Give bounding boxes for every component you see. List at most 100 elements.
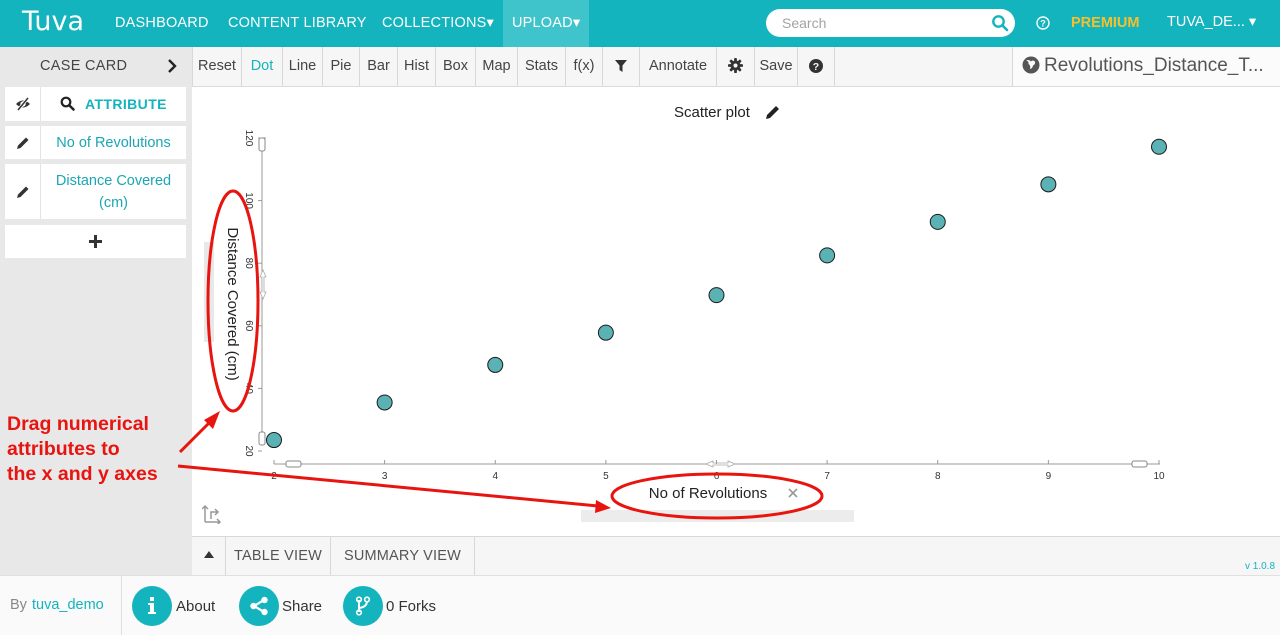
bar-chart-button[interactable]: Bar	[360, 47, 398, 86]
data-point[interactable]	[1151, 138, 1167, 155]
x-tick-label: 7	[824, 471, 830, 482]
tab-table-view[interactable]: TABLE VIEW	[226, 537, 331, 575]
attribute-label: No of Revolutions	[56, 135, 171, 151]
line-plot-button[interactable]: Line	[283, 47, 323, 86]
settings-button[interactable]	[717, 47, 755, 86]
box-plot-button[interactable]: Box	[436, 47, 476, 86]
annotation-line: Drag numerical	[7, 413, 149, 435]
graph-toolbar: CASE CARD Reset Dot Line Pie Bar Hist Bo…	[0, 47, 1280, 87]
reset-button[interactable]: Reset	[192, 47, 242, 86]
divider	[40, 87, 41, 121]
plot-area: Scatter plot 20 40 60 80 100 120 Distance Cov…	[192, 87, 1280, 536]
swap-axes-icon[interactable]	[202, 502, 224, 524]
attribute-label: Distance Covered (cm)	[55, 173, 172, 211]
svg-text:?: ?	[813, 61, 819, 73]
data-points	[266, 138, 1167, 449]
version-label: v 1.0.8	[1245, 561, 1276, 572]
footer: By tuva_demo About Share 0 Forks	[0, 575, 1280, 635]
collapse-button[interactable]	[192, 537, 226, 575]
data-point[interactable]	[1040, 176, 1057, 193]
data-point[interactable]	[487, 356, 504, 373]
y-tick-label: 100	[243, 192, 254, 209]
y-axis-max-handle[interactable]	[258, 137, 266, 152]
eye-slash-icon[interactable]	[15, 96, 31, 112]
tuva-app: Tuva DASHBOARD CONTENT LIBRARY COLLECTIO…	[0, 0, 1280, 635]
share-label[interactable]: Share	[282, 598, 322, 615]
question-circle-icon: ?	[809, 59, 823, 73]
fork-icon	[355, 596, 371, 616]
info-icon	[148, 597, 156, 614]
bottom-view-tabs: TABLE VIEW SUMMARY VIEW v 1.0.8	[192, 536, 1280, 575]
x-axis-label[interactable]: No of Revolutions	[649, 485, 767, 502]
tuva-logo[interactable]: Tuva	[22, 6, 84, 37]
case-card-toggle[interactable]: CASE CARD	[0, 47, 192, 87]
stats-button[interactable]: Stats	[518, 47, 566, 86]
map-button[interactable]: Map	[476, 47, 518, 86]
fork-button[interactable]	[343, 586, 383, 626]
attribute-item-revolutions[interactable]: No of Revolutions	[5, 126, 186, 159]
filter-icon	[615, 60, 627, 72]
search-input[interactable]	[782, 14, 982, 32]
search-icon[interactable]	[991, 14, 1009, 32]
y-axis-label[interactable]: Distance Covered (cm)	[224, 227, 241, 380]
histogram-button[interactable]: Hist	[398, 47, 436, 86]
remove-x-attribute-icon[interactable]	[788, 488, 798, 498]
x-axis-min-handle[interactable]	[285, 460, 302, 468]
data-point[interactable]	[597, 324, 614, 341]
x-axis-max-handle[interactable]	[1131, 460, 1148, 468]
forks-count[interactable]: 0 Forks	[386, 598, 436, 615]
author-section: By tuva_demo	[0, 576, 122, 635]
nav-content-library[interactable]: CONTENT LIBRARY	[228, 0, 367, 47]
attribute-item-distance[interactable]: Distance Covered (cm)	[5, 164, 186, 219]
annotation-line: the x and y axes	[7, 463, 158, 485]
save-button[interactable]: Save	[755, 47, 798, 86]
help-button[interactable]: ?	[798, 47, 835, 86]
y-axis-min-handle[interactable]	[258, 431, 266, 446]
nav-collections[interactable]: COLLECTIONS▾	[382, 0, 494, 47]
y-axis-drop-zone[interactable]	[204, 242, 214, 342]
annotate-button[interactable]: Annotate	[640, 47, 717, 86]
data-point[interactable]	[266, 432, 282, 449]
tab-summary-view[interactable]: SUMMARY VIEW	[331, 537, 475, 575]
y-axis-drag-handle-icon[interactable]	[259, 268, 267, 301]
plus-icon	[89, 235, 102, 248]
search-icon[interactable]	[60, 96, 75, 111]
y-tick-label: 40	[243, 383, 254, 395]
x-axis-drop-zone[interactable]	[581, 510, 854, 522]
data-point[interactable]	[819, 247, 836, 264]
y-tick-label: 80	[243, 258, 254, 270]
share-icon	[250, 596, 268, 616]
y-tick-label: 120	[243, 130, 254, 147]
data-point[interactable]	[929, 213, 946, 230]
share-button[interactable]	[239, 586, 279, 626]
nav-upload[interactable]: UPLOAD▾	[503, 0, 590, 47]
case-card-label: CASE CARD	[40, 58, 128, 74]
annotation-line: attributes to	[7, 438, 120, 460]
user-menu[interactable]: TUVA_DE... ▾	[1167, 0, 1256, 45]
annotation-text: Drag numerical attributes to the x and y…	[7, 412, 207, 487]
about-button[interactable]	[132, 586, 172, 626]
x-axis-drag-handle-icon[interactable]	[704, 460, 737, 468]
chevron-right-icon[interactable]	[166, 58, 178, 74]
function-button[interactable]: f(x)	[566, 47, 603, 86]
data-point[interactable]	[708, 287, 725, 304]
x-tick-label: 10	[1153, 471, 1165, 482]
attribute-sidebar: ATTRIBUTE No of Revolutions Distance Cov…	[0, 87, 192, 575]
chevron-up-icon	[204, 551, 214, 558]
help-icon[interactable]: ?	[1036, 16, 1050, 30]
filter-button[interactable]	[603, 47, 640, 86]
x-tick-label: 9	[1046, 471, 1052, 482]
nav-dashboard[interactable]: DASHBOARD	[115, 0, 209, 47]
pencil-icon[interactable]	[16, 136, 30, 150]
gear-icon	[728, 58, 743, 73]
author-link[interactable]: tuva_demo	[32, 597, 104, 613]
data-point[interactable]	[376, 394, 393, 411]
dot-plot-button[interactable]: Dot	[242, 47, 283, 86]
pencil-icon[interactable]	[16, 185, 30, 199]
pie-chart-button[interactable]: Pie	[323, 47, 360, 86]
x-tick-label: 6	[714, 471, 720, 482]
premium-link[interactable]: PREMIUM	[1071, 0, 1139, 46]
add-attribute-button[interactable]	[5, 225, 186, 258]
about-label[interactable]: About	[176, 598, 215, 615]
y-tick-label: 20	[243, 445, 254, 457]
